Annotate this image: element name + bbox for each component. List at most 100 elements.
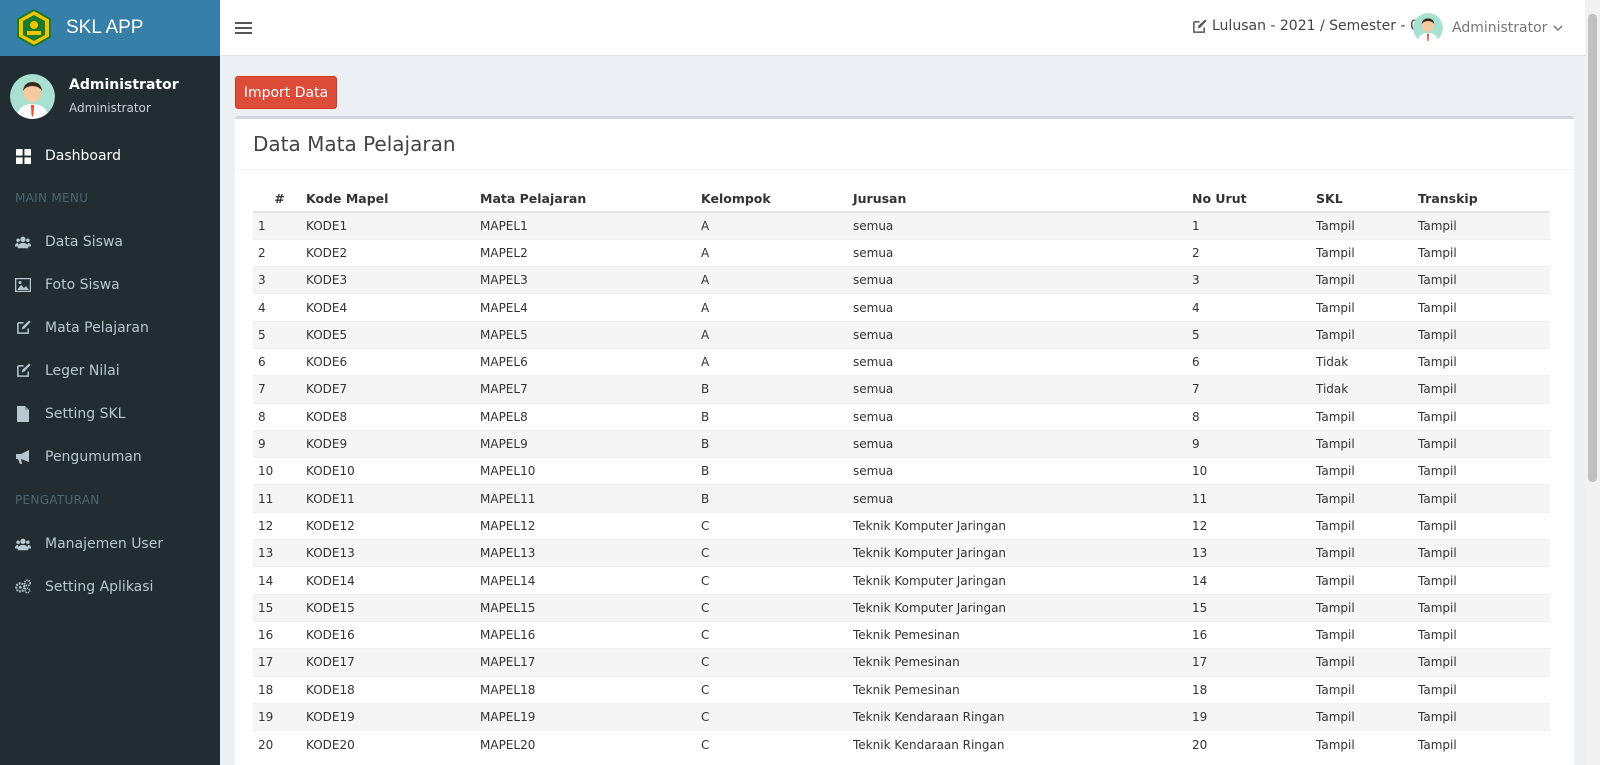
table-cell: 6 [253, 347, 306, 376]
table-cell: A [701, 293, 853, 322]
table-cell: Teknik Pemesinan [853, 620, 1192, 649]
sidebar-item-setting-aplikasi[interactable]: Setting Aplikasi [0, 565, 220, 608]
page-scrollbar[interactable] [1585, 0, 1600, 765]
table-cell: Tampil [1418, 347, 1550, 376]
table-cell: KODE1 [306, 211, 480, 240]
table-cell: 16 [253, 620, 306, 649]
sidebar-item-pengumuman[interactable]: Pengumuman [0, 435, 220, 478]
table-row[interactable]: 6 KODE6 MAPEL6 Asemua 6 Tidak Tampil [253, 347, 1550, 376]
table-cell: semua [853, 484, 1192, 513]
table-row[interactable]: 7 KODE7 MAPEL7 Bsemua 7 Tidak Tampil [253, 375, 1550, 404]
table-cell: Tampil [1316, 702, 1418, 731]
table-cell: 18 [253, 675, 306, 704]
table-cell: 6 [1192, 347, 1316, 376]
table-cell: 17 [253, 648, 306, 677]
table-cell: Tampil [1316, 566, 1418, 595]
import-data-button[interactable]: Import Data [235, 76, 337, 109]
table-cell: KODE11 [306, 484, 480, 513]
table-cell: semua [853, 320, 1192, 349]
table-cell: C [701, 648, 853, 677]
box-title: Data Mata Pelajaran [235, 119, 1574, 170]
scrollbar-thumb[interactable] [1588, 14, 1597, 482]
table-cell: MAPEL15 [480, 593, 701, 622]
table-row[interactable]: 11 KODE11 MAPEL11 Bsemua 11 Tampil Tampil [253, 484, 1550, 513]
table-row[interactable]: 3 KODE3 MAPEL3 Asemua 3 Tampil Tampil [253, 266, 1550, 294]
table-cell: 8 [1192, 402, 1316, 431]
table-cell: Tampil [1316, 211, 1418, 240]
sidebar-item-dashboard[interactable]: Dashboard [0, 136, 220, 176]
table-row[interactable]: 1 KODE1 MAPEL1 Asemua 1 Tampil Tampil [253, 211, 1550, 240]
edit-icon [15, 363, 31, 379]
column-header[interactable]: SKL [1316, 185, 1418, 213]
table-cell: 2 [1192, 238, 1316, 267]
table-cell: 4 [253, 293, 306, 322]
table-row[interactable]: 18 KODE18 MAPEL18 C Teknik Pemesinan 18 Tampil… [253, 675, 1550, 704]
table-cell: 8 [253, 402, 306, 431]
table-cell: semua [853, 293, 1192, 322]
app-title: SKL APP [66, 17, 144, 38]
column-header[interactable]: Mata Pelajaran [480, 185, 701, 213]
table-cell: C [701, 511, 853, 540]
top-navbar: Lulusan - 2021 / Semester - 0 Administra… [220, 0, 1585, 56]
user-menu[interactable]: Administrator [1413, 13, 1563, 43]
period-indicator[interactable]: Lulusan - 2021 / Semester - 0 [1192, 18, 1419, 34]
table-row[interactable]: 12 KODE12 MAPEL12 C Teknik Komputer Jaringan… [253, 511, 1550, 540]
table-cell: Teknik Pemesinan [853, 675, 1192, 704]
table-row[interactable]: 17 KODE17 MAPEL17 C Teknik Pemesinan 17 Tampil… [253, 648, 1550, 677]
column-header[interactable]: Jurusan [853, 185, 1192, 213]
table-cell: Tampil [1316, 511, 1418, 540]
sidebar-item-leger-nilai[interactable]: Leger Nilai [0, 349, 220, 392]
hamburger-menu-icon[interactable] [234, 18, 254, 38]
table-row[interactable]: 8 KODE8 MAPEL8 Bsemua 8 Tampil Tampil [253, 402, 1550, 431]
column-header[interactable]: Transkip [1418, 185, 1550, 213]
table-cell: Tampil [1316, 429, 1418, 458]
table-row[interactable]: 10 KODE10 MAPEL10 Bsemua 10 Tampil Tampil [253, 457, 1550, 485]
table-cell: C [701, 539, 853, 567]
file-icon [15, 405, 31, 422]
table-row[interactable]: 15 KODE15 MAPEL15 C Teknik Komputer Jaringan… [253, 593, 1550, 622]
column-header[interactable]: Kelompok [701, 185, 853, 213]
column-header[interactable]: No Urut [1192, 185, 1316, 213]
table-cell: Teknik Komputer Jaringan [853, 566, 1192, 595]
table-row[interactable]: 4 KODE4 MAPEL4 Asemua 4 Tampil Tampil [253, 293, 1550, 322]
table-cell: A [701, 347, 853, 376]
table-cell: 19 [253, 702, 306, 731]
sidebar-item-setting-skl[interactable]: Setting SKL [0, 392, 220, 435]
users-icon [15, 536, 31, 552]
sidebar-item-label: Data Siswa [45, 233, 123, 250]
brand[interactable]: SKL APP [0, 0, 220, 56]
sidebar-item-mata-pelajaran[interactable]: Mata Pelajaran [0, 306, 220, 349]
table-cell: MAPEL19 [480, 702, 701, 731]
table-cell: KODE2 [306, 238, 480, 267]
table-row[interactable]: 2 KODE2 MAPEL2 Asemua 2 Tampil Tampil [253, 238, 1550, 267]
table-cell: KODE12 [306, 511, 480, 540]
table-row[interactable]: 5 KODE5 MAPEL5 Asemua 5 Tampil Tampil [253, 320, 1550, 349]
sidebar-item-foto-siswa[interactable]: Foto Siswa [0, 263, 220, 306]
table-cell: KODE18 [306, 675, 480, 704]
table-row[interactable]: 14 KODE14 MAPEL14 C Teknik Komputer Jaringan… [253, 566, 1550, 595]
table-cell: semua [853, 429, 1192, 458]
table-cell: MAPEL3 [480, 266, 701, 294]
table-cell: Tampil [1418, 211, 1550, 240]
table-row[interactable]: 13 KODE13 MAPEL13 C Teknik Komputer Jaringan… [253, 539, 1550, 567]
sidebar-item-data-siswa[interactable]: Data Siswa [0, 220, 220, 263]
bullhorn-icon [15, 449, 31, 465]
table-cell: KODE3 [306, 266, 480, 294]
sidebar-item-label: Mata Pelajaran [45, 319, 149, 336]
user-info: Administrator Administrator [69, 77, 179, 115]
table-cell: 20 [253, 730, 306, 758]
table-row[interactable]: 9 KODE9 MAPEL9 Bsemua 9 Tampil Tampil [253, 429, 1550, 458]
avatar [1413, 13, 1443, 43]
mata-pelajaran-table: # Kode Mapel Mata Pelajaran Kelompok Jur… [253, 185, 1550, 758]
table-row[interactable]: 16 KODE16 MAPEL16 C Teknik Pemesinan 16 Tampil… [253, 620, 1550, 649]
table-cell: Teknik Komputer Jaringan [853, 511, 1192, 540]
column-header[interactable]: # [253, 185, 306, 213]
column-header[interactable]: Kode Mapel [306, 185, 480, 213]
sidebar-item-manajemen-user[interactable]: Manajemen User [0, 522, 220, 565]
table-row[interactable]: 20 KODE20 MAPEL20 C Teknik Kendaraan Ringan 2… [253, 730, 1550, 758]
table-cell: MAPEL16 [480, 620, 701, 649]
table-cell: 18 [1192, 675, 1316, 704]
table-cell: C [701, 566, 853, 595]
table-cell: MAPEL10 [480, 457, 701, 485]
table-row[interactable]: 19 KODE19 MAPEL19 C Teknik Kendaraan Ringan 1… [253, 702, 1550, 731]
